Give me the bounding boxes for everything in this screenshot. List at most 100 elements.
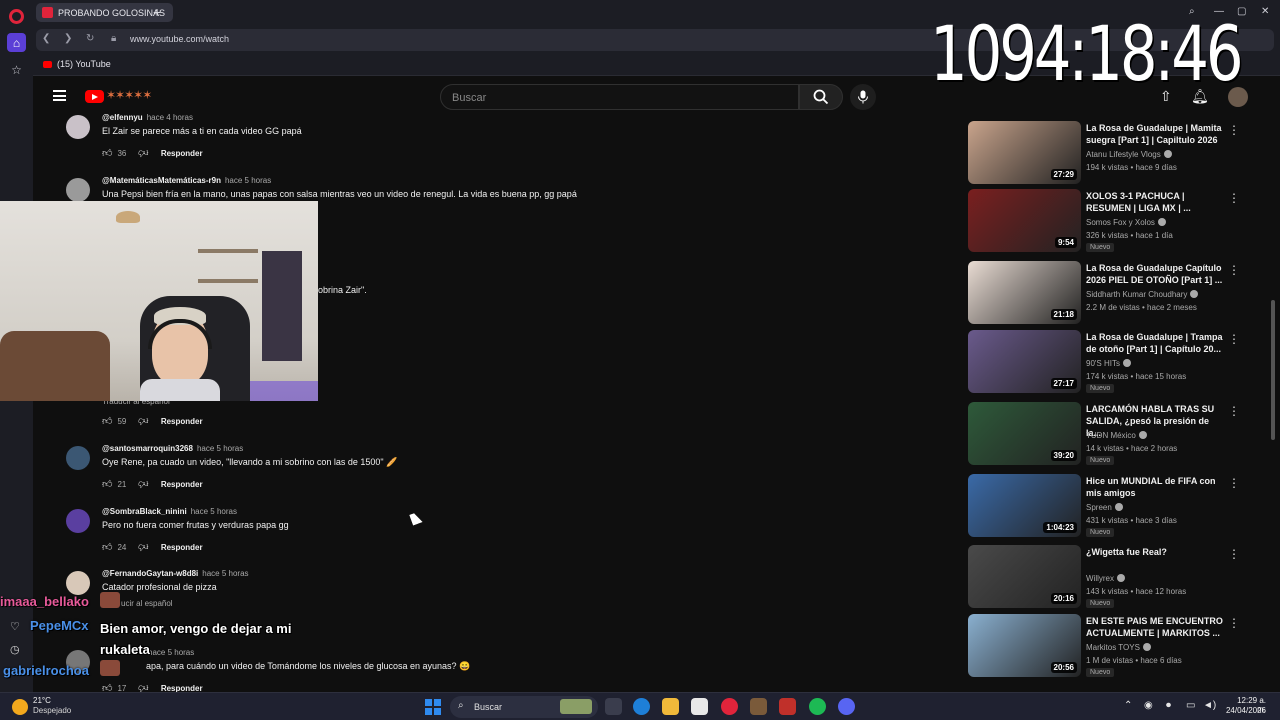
avatar[interactable] [66,509,90,533]
home-icon[interactable]: ⌂ [7,33,26,52]
thumbs-up-icon[interactable]: 👍︎ [102,415,112,427]
thumbs-up-icon[interactable]: 👍︎ [102,682,112,692]
reply-button[interactable]: Responder [161,149,203,158]
thumbs-up-icon[interactable]: 👍︎ [102,541,112,553]
microphone-icon[interactable]: ⏺ [1166,700,1171,711]
thumbs-up-icon[interactable]: 👍︎ [102,478,112,490]
history-icon[interactable]: ◷ [10,643,20,656]
comment-user[interactable]: @santosmarroquin3268 [102,444,193,453]
video-title[interactable]: Hice un MUNDIAL de FIFA con mis amigos [1086,475,1226,499]
more-options-icon[interactable]: ⋮ [1228,123,1240,137]
more-options-icon[interactable]: ⋮ [1228,547,1240,561]
comment-time[interactable]: hace 5 horas [225,176,271,185]
task-view-icon[interactable] [605,698,622,715]
back-icon[interactable]: ❮ [42,33,50,44]
comment-user[interactable]: @SombraBlack_ninini [102,507,187,516]
voice-search-button[interactable] [850,84,876,110]
recorder-icon[interactable] [779,698,796,715]
comment-time[interactable]: hace 4 horas [147,113,193,122]
bookmark-youtube[interactable]: (15) YouTube [43,59,111,69]
translate-link[interactable]: ucir al español [121,599,173,608]
comment-user[interactable]: @elfennyu [102,113,143,122]
thumbs-down-icon[interactable]: 👍︎ [138,682,148,692]
taskbar-search[interactable]: ⌕ Buscar [450,696,598,718]
video-title[interactable]: La Rosa de Guadalupe | Trampa de otoño [… [1086,331,1226,355]
video-thumbnail[interactable]: 21:18 [968,261,1081,324]
thumbs-down-icon[interactable]: 👍︎ [138,478,148,490]
search-input[interactable]: Buscar [440,84,799,110]
edge-icon[interactable] [633,698,650,715]
star-icon[interactable]: ☆ [7,60,26,79]
recommendation-card[interactable]: 27:29 La Rosa de Guadalupe | Mamita suegr… [968,121,1258,187]
recommendation-card[interactable]: 27:17 La Rosa de Guadalupe | Trampa de ot… [968,330,1258,396]
avatar[interactable] [66,115,90,139]
comment-user[interactable]: @FernandoGaytan-w8d8i [102,569,198,578]
channel-name[interactable]: Siddharth Kumar Choudhary [1086,290,1199,299]
spotify-icon[interactable] [809,698,826,715]
logo-doodle[interactable]: ✶✶✶✶✶ [106,88,152,102]
search-button[interactable] [799,84,843,110]
video-thumbnail[interactable]: 27:29 [968,121,1081,184]
comment-time[interactable]: hace 5 horas [202,569,248,578]
channel-name[interactable]: Willyrex [1086,574,1125,583]
url-text[interactable]: www.youtube.com/watch [130,34,229,44]
weather-desc[interactable]: Despejado [33,706,71,715]
channel-name[interactable]: Somos Fox y Xolos [1086,218,1166,227]
video-thumbnail[interactable]: 27:17 [968,330,1081,393]
recommendation-card[interactable]: 9:54 XOLOS 3-1 PACHUCA | RESUMEN | LIGA M… [968,189,1258,255]
forward-icon[interactable]: ❯ [64,33,72,44]
more-options-icon[interactable]: ⋮ [1228,404,1240,418]
more-options-icon[interactable]: ⋮ [1228,616,1240,630]
video-thumbnail[interactable]: 20:56 [968,614,1081,677]
video-title[interactable]: XOLOS 3-1 PACHUCA | RESUMEN | LIGA MX | … [1086,190,1226,214]
video-title[interactable]: La Rosa de Guadalupe Capítulo 2026 PIEL … [1086,262,1226,286]
thumbs-down-icon[interactable]: 👍︎ [138,147,148,159]
reply-button[interactable]: Responder [161,480,203,489]
close-icon[interactable]: ✕ [1261,6,1269,17]
channel-name[interactable]: Markitos TOYS [1086,643,1151,652]
more-options-icon[interactable]: ⋮ [1228,476,1240,490]
opera-icon[interactable] [721,698,738,715]
comment-user[interactable]: @MatemáticasMatemáticas-r9n [102,176,221,185]
video-thumbnail[interactable]: 9:54 [968,189,1081,252]
heart-icon[interactable]: ♡ [10,620,20,633]
more-options-icon[interactable]: ⋮ [1228,332,1240,346]
thumbs-up-icon[interactable]: 👍︎ [102,147,112,159]
video-thumbnail[interactable]: 20:16 [968,545,1081,608]
recommendation-card[interactable]: 1:04:23 Hice un MUNDIAL de FIFA con mis a… [968,474,1258,540]
reload-icon[interactable]: ↻ [86,33,94,44]
weather-temp[interactable]: 21°C [33,696,51,705]
reply-button[interactable]: Responder [161,684,203,693]
store-icon[interactable] [691,698,708,715]
avatar[interactable] [66,178,90,202]
channel-name[interactable]: TUDN México [1086,431,1147,440]
app-icon[interactable] [750,698,767,715]
video-thumbnail[interactable]: 1:04:23 [968,474,1081,537]
comment-time[interactable]: hace 5 horas [191,507,237,516]
chevron-up-icon[interactable]: ⌃ [1124,700,1132,711]
avatar[interactable] [66,446,90,470]
reply-button[interactable]: Responder [161,417,203,426]
youtube-logo-icon[interactable] [85,90,104,103]
thumbs-down-icon[interactable]: 👍︎ [138,541,148,553]
channel-name[interactable]: Spreen [1086,503,1123,512]
menu-icon[interactable] [53,90,66,101]
windows-start-icon[interactable] [425,699,441,715]
reply-button[interactable]: Responder [161,543,203,552]
thumbs-down-icon[interactable]: 👍︎ [138,415,148,427]
new-tab-icon[interactable]: + [153,4,161,20]
channel-name[interactable]: Atanu Lifestyle Vlogs [1086,150,1172,159]
avatar[interactable] [66,571,90,595]
scrollbar[interactable] [1271,300,1275,440]
weather-icon[interactable] [12,699,28,715]
volume-icon[interactable]: ◄) [1203,700,1216,711]
taskbar-date[interactable]: 24/04/2026 [1220,706,1266,715]
network-icon[interactable]: ▭ [1186,700,1195,711]
recommendation-card[interactable]: 39:20 LARCAMÓN HABLA TRAS SU SALIDA, ¿pes… [968,402,1258,468]
channel-name[interactable]: 90'S HITs [1086,359,1131,368]
file-explorer-icon[interactable] [662,698,679,715]
discord-icon[interactable] [838,698,855,715]
tray-app-icon[interactable]: ◉ [1144,700,1153,711]
recommendation-card[interactable]: 21:18 La Rosa de Guadalupe Capítulo 2026 … [968,261,1258,327]
video-thumbnail[interactable]: 39:20 [968,402,1081,465]
